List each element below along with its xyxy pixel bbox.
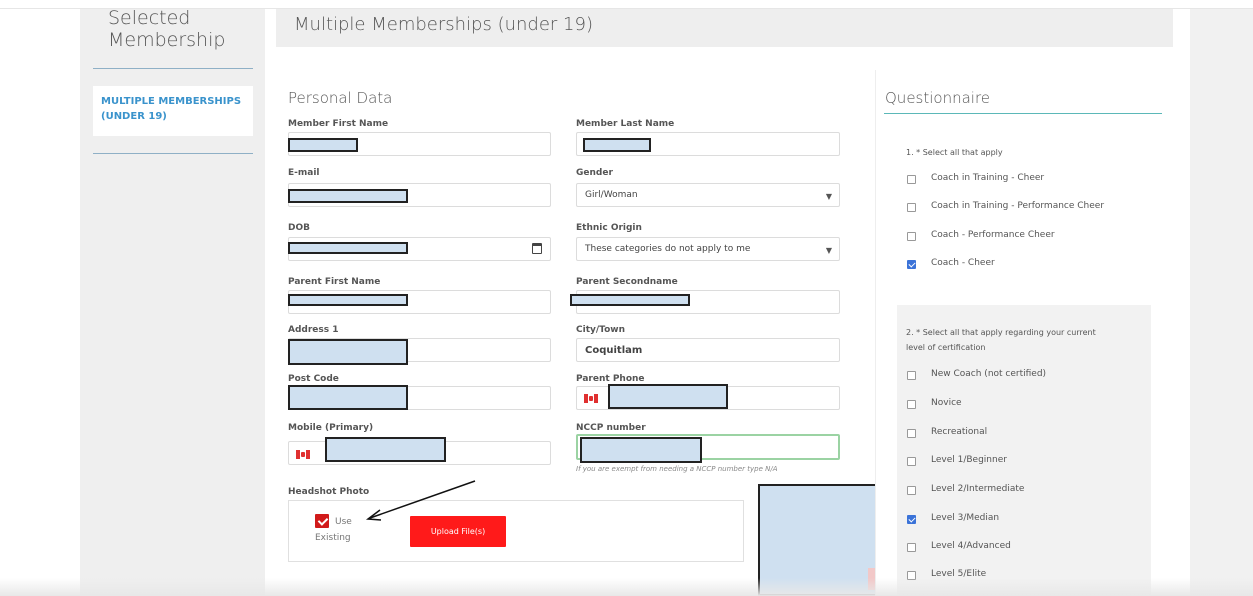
parent-secondname-label: Parent Secondname bbox=[576, 277, 678, 287]
redaction bbox=[570, 294, 690, 306]
q2-option-checkbox[interactable] bbox=[907, 371, 916, 380]
redaction bbox=[288, 189, 408, 203]
ethnic-origin-label: Ethnic Origin bbox=[576, 223, 642, 233]
redaction bbox=[288, 339, 408, 365]
q2-option-checkbox[interactable] bbox=[907, 457, 916, 466]
q1-option-label: Coach - Performance Cheer bbox=[931, 230, 1055, 240]
sidebar-title: Selected Membership bbox=[108, 7, 226, 51]
canada-flag-icon[interactable] bbox=[296, 450, 310, 459]
q2-option-checkbox[interactable] bbox=[907, 515, 916, 524]
dob-label: DOB bbox=[288, 223, 310, 233]
q1-option-label: Coach in Training - Cheer bbox=[931, 173, 1045, 183]
sidebar-divider-bottom bbox=[93, 153, 253, 154]
q2-option-label: Level 2/Intermediate bbox=[931, 484, 1025, 494]
personal-data-title: Personal Data bbox=[288, 89, 393, 107]
q1-option-label: Coach - Cheer bbox=[931, 258, 995, 268]
sidebar-item-multiple-memberships[interactable]: MULTIPLE MEMBERSHIPS (UNDER 19) bbox=[93, 86, 253, 136]
q2-option-label: Level 4/Advanced bbox=[931, 541, 1011, 551]
use-existing-label-2: Existing bbox=[315, 533, 351, 543]
redaction bbox=[288, 294, 408, 306]
parent-first-name-label: Parent First Name bbox=[288, 277, 381, 287]
gender-label: Gender bbox=[576, 168, 613, 178]
q1-option-checkbox[interactable] bbox=[907, 232, 916, 241]
city-field[interactable]: Coquitlam bbox=[576, 338, 840, 362]
q2-option-label: Novice bbox=[931, 398, 962, 408]
redaction bbox=[580, 437, 702, 463]
annotation-arrow-icon bbox=[365, 480, 476, 521]
post-code-label: Post Code bbox=[288, 374, 339, 384]
q1-option-label: Coach in Training - Performance Cheer bbox=[931, 201, 1105, 211]
calendar-icon[interactable] bbox=[532, 243, 542, 254]
right-gutter bbox=[1190, 9, 1253, 596]
q2-option-label: Level 1/Beginner bbox=[931, 455, 1007, 465]
q2-option-checkbox[interactable] bbox=[907, 429, 916, 438]
questionnaire-title: Questionnaire bbox=[885, 89, 991, 107]
chevron-down-icon: ▼ bbox=[825, 246, 832, 255]
q2-option-label: New Coach (not certified) bbox=[931, 369, 1047, 379]
q1-prompt: 1. * Select all that apply bbox=[906, 148, 1003, 157]
redaction bbox=[325, 437, 446, 462]
redaction bbox=[288, 242, 408, 254]
city-value: Coquitlam bbox=[585, 344, 643, 356]
q2-option-checkbox[interactable] bbox=[907, 543, 916, 552]
address1-label: Address 1 bbox=[288, 325, 339, 335]
chevron-down-icon: ▼ bbox=[825, 192, 832, 201]
nccp-helper-text: If you are exempt from needing a NCCP nu… bbox=[576, 465, 778, 473]
q2-prompt-line1: 2. * Select all that apply regarding you… bbox=[906, 328, 1096, 337]
gender-value: Girl/Woman bbox=[585, 190, 638, 200]
use-existing-label-1: Use bbox=[335, 517, 352, 527]
nccp-label: NCCP number bbox=[576, 423, 646, 433]
page: Selected Membership MULTIPLE MEMBERSHIPS… bbox=[0, 0, 1253, 596]
q2-option-checkbox[interactable] bbox=[907, 400, 916, 409]
last-name-label: Member Last Name bbox=[576, 119, 675, 129]
redaction bbox=[288, 138, 358, 152]
first-name-label: Member First Name bbox=[288, 119, 389, 129]
ethnic-origin-value: These categories do not apply to me bbox=[585, 244, 751, 254]
q2-prompt-line2: level of certification bbox=[906, 343, 986, 352]
q1-option-checkbox[interactable] bbox=[907, 260, 916, 269]
redaction bbox=[288, 385, 408, 410]
parent-phone-label: Parent Phone bbox=[576, 374, 645, 384]
headshot-label: Headshot Photo bbox=[288, 487, 370, 497]
email-label: E-mail bbox=[288, 168, 320, 178]
use-existing-checkbox[interactable] bbox=[315, 514, 329, 528]
q2-option-checkbox[interactable] bbox=[907, 486, 916, 495]
headshot-upload-box bbox=[288, 500, 744, 562]
page-title: Multiple Memberships (under 19) bbox=[294, 14, 593, 35]
sidebar-divider-top bbox=[93, 68, 253, 69]
gender-select[interactable]: Girl/Woman ▼ bbox=[576, 183, 840, 207]
ethnic-origin-select[interactable]: These categories do not apply to me ▼ bbox=[576, 237, 840, 261]
redaction bbox=[583, 138, 651, 152]
bottom-shadow bbox=[0, 578, 1253, 596]
q1-option-checkbox[interactable] bbox=[907, 203, 916, 212]
q2-option-label: Level 3/Median bbox=[931, 513, 1000, 523]
q1-option-checkbox[interactable] bbox=[907, 175, 916, 184]
q2-option-label: Recreational bbox=[931, 427, 988, 437]
questionnaire-divider bbox=[884, 113, 1162, 114]
city-label: City/Town bbox=[576, 325, 625, 335]
mobile-label: Mobile (Primary) bbox=[288, 423, 374, 433]
canada-flag-icon[interactable] bbox=[584, 394, 598, 403]
redaction bbox=[608, 384, 728, 409]
